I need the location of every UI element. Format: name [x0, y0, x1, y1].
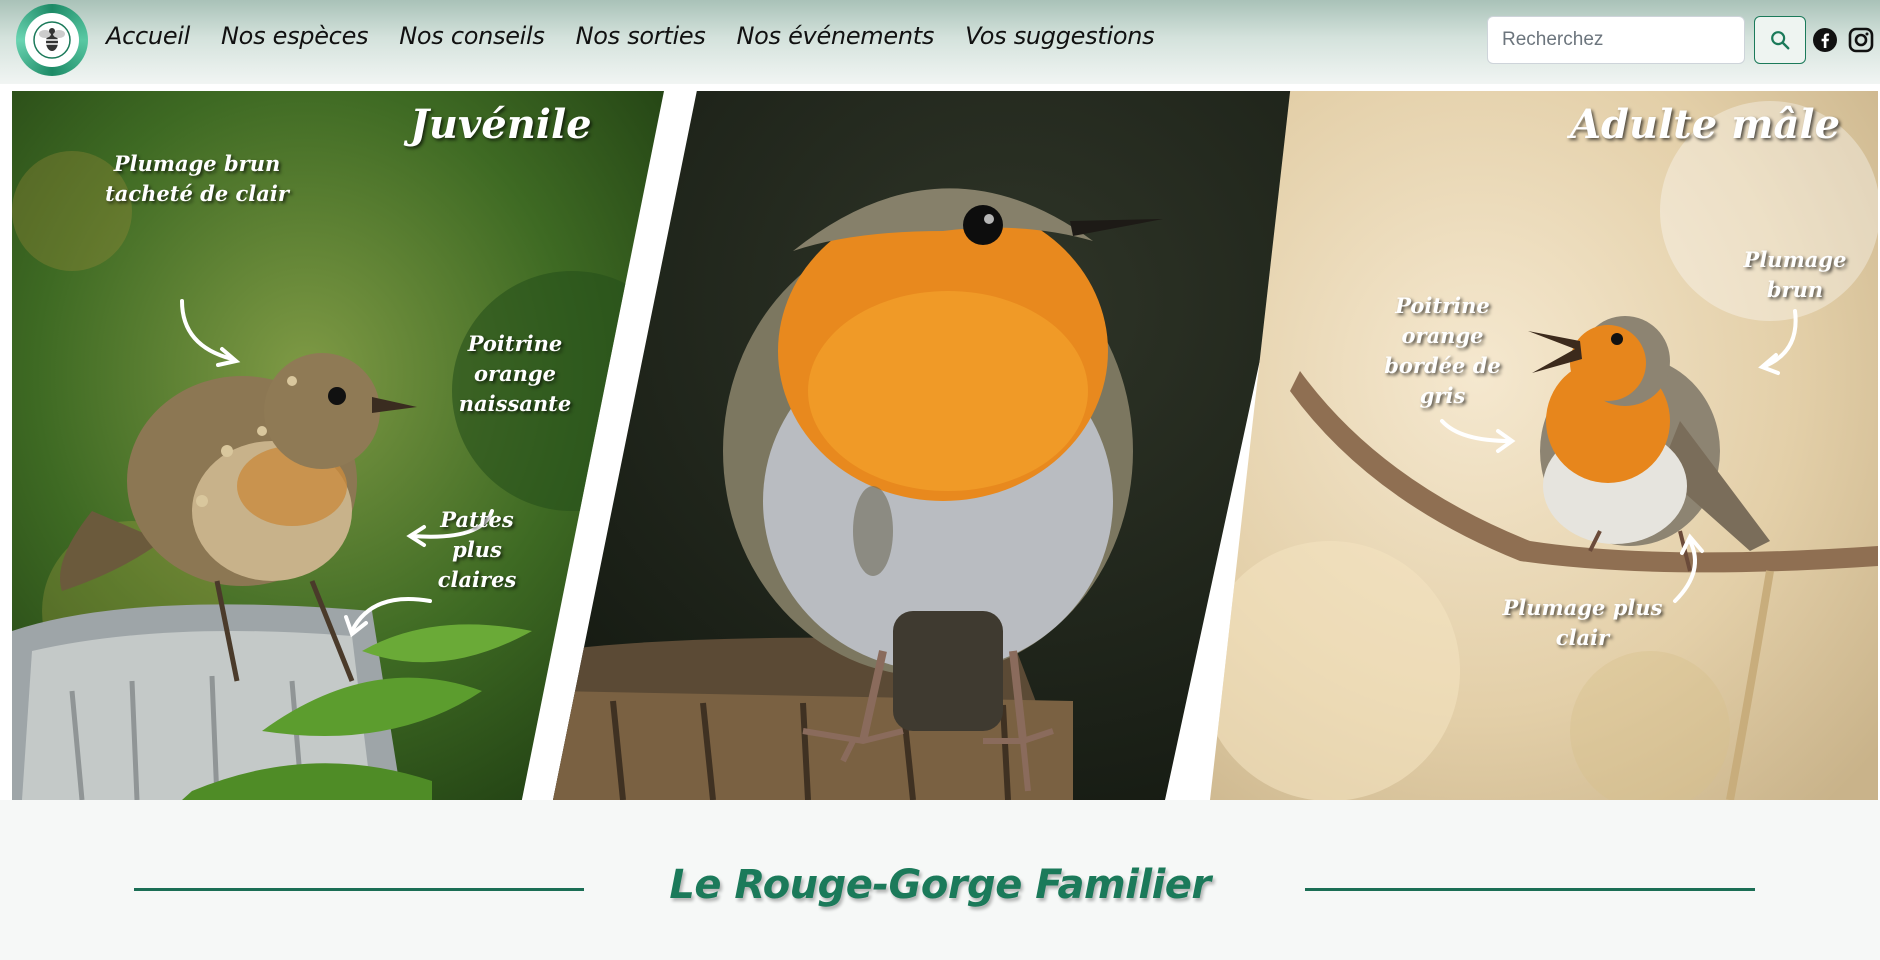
search-button[interactable]	[1754, 16, 1806, 64]
facebook-icon[interactable]	[1812, 27, 1838, 53]
title-rule-left	[134, 888, 584, 891]
robin-portrait-panel	[553, 91, 1318, 800]
adult-label-poitrine: Poitrine orange bordée de gris	[1384, 293, 1501, 408]
nav-nos-evenements[interactable]: Nos événements	[737, 22, 935, 50]
search-icon	[1771, 31, 1790, 50]
bee-icon	[33, 21, 71, 59]
nav-nos-especes[interactable]: Nos espèces	[221, 22, 369, 50]
nav-nos-conseils[interactable]: Nos conseils	[399, 22, 545, 50]
nav-nos-sorties[interactable]: Nos sorties	[576, 22, 706, 50]
adult-male-panel: Adulte mâle Plumage brun Poitrine orange…	[1210, 91, 1878, 800]
juvenile-label-poitrine: Poitrine orange naissante	[458, 331, 572, 416]
nav-vos-suggestions[interactable]: Vos suggestions	[965, 22, 1155, 50]
navbar: Accueil Nos espèces Nos conseils Nos sor…	[0, 0, 1880, 84]
juvenile-panel: Juvénile Plumage brun tacheté de clair P…	[12, 91, 664, 800]
search-input[interactable]	[1487, 16, 1745, 64]
site-logo[interactable]	[16, 4, 88, 76]
adult-title: Adulte mâle	[1570, 101, 1841, 148]
main-nav: Accueil Nos espèces Nos conseils Nos sor…	[106, 22, 1185, 50]
title-rule-right	[1305, 888, 1755, 891]
page-title: Le Rouge-Gorge Familier	[669, 862, 1211, 908]
hero-banner: Juvénile Plumage brun tacheté de clair P…	[12, 91, 1878, 800]
robin-portrait-photo	[553, 91, 1318, 800]
adult-label-plumage-clair: Plumage plus clair	[1502, 595, 1663, 650]
juvenile-label-plumage: Plumage brun tacheté de clair	[105, 151, 289, 206]
nav-accueil[interactable]: Accueil	[106, 22, 190, 50]
logo-emblem	[25, 13, 79, 67]
adult-robin-photo	[1210, 91, 1878, 800]
instagram-icon[interactable]	[1848, 27, 1874, 53]
juvenile-label-pattes: Pattes plus claires	[437, 507, 517, 592]
adult-label-plumage: Plumage brun	[1743, 247, 1847, 302]
juvenile-title: Juvénile	[410, 101, 592, 148]
